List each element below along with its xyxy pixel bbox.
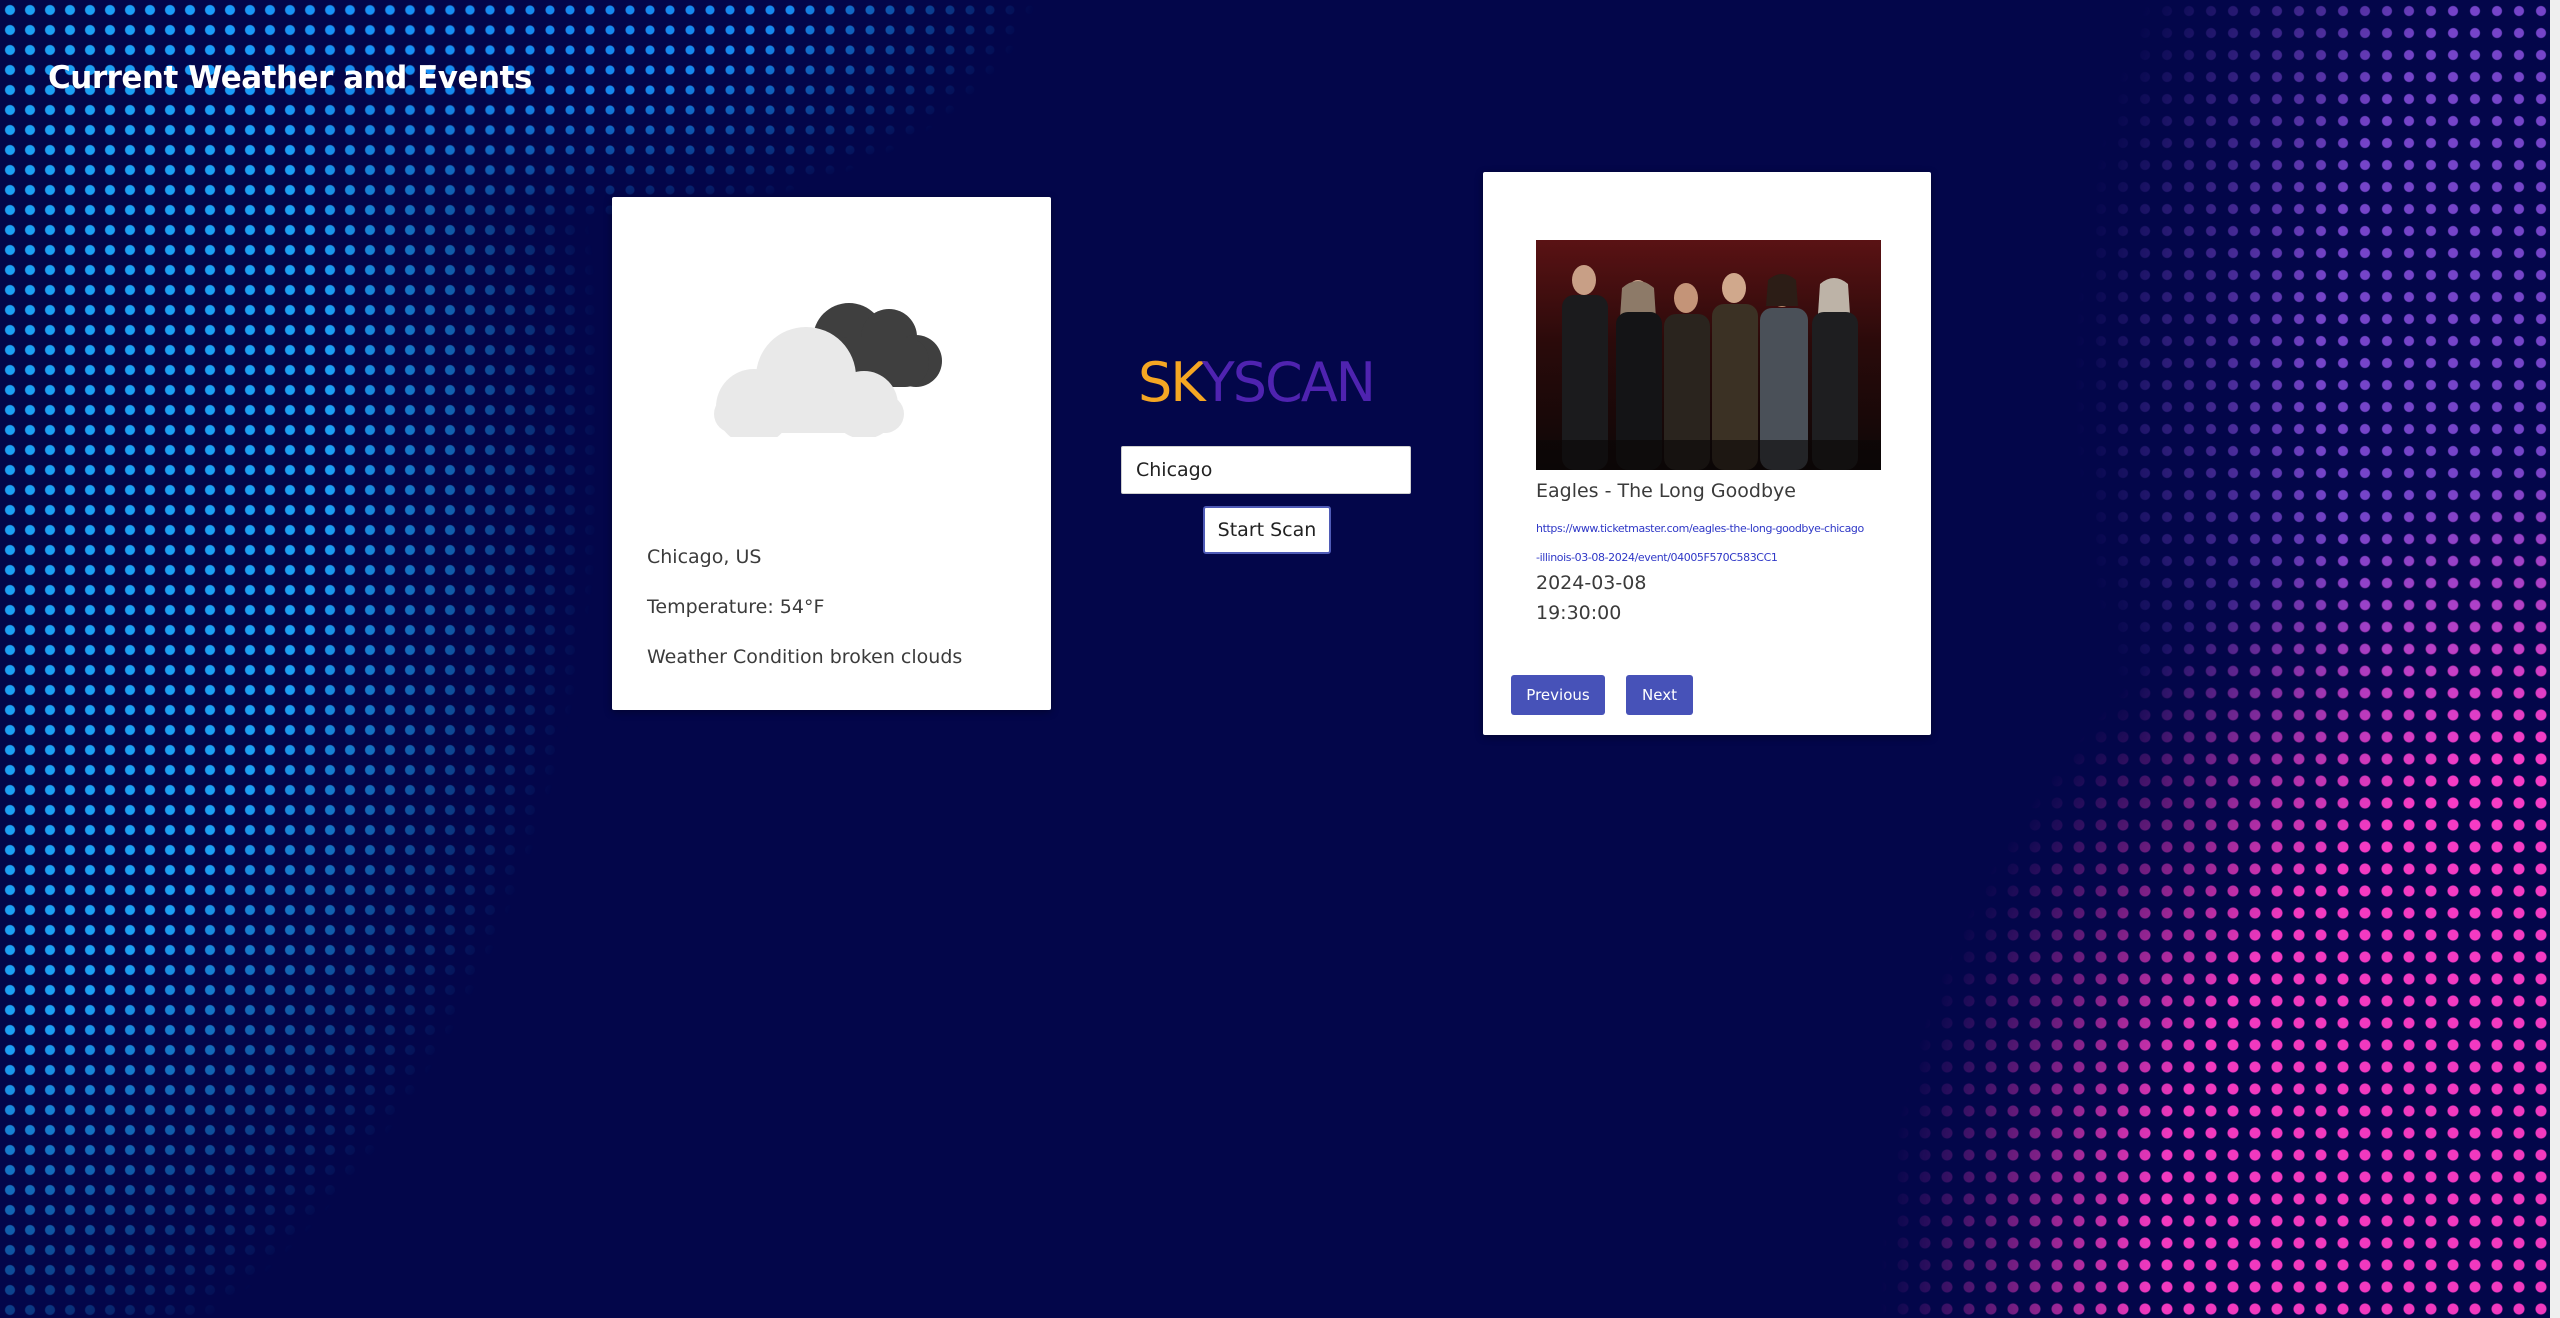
event-date: 2024-03-08 (1536, 572, 1647, 594)
weather-location: Chicago, US (647, 546, 762, 568)
event-ticket-link[interactable]: https://www.ticketmaster.com/eagles-the-… (1536, 514, 1866, 572)
background-dots-purple (0, 0, 2560, 1318)
page-scrollbar[interactable] (2550, 0, 2560, 1318)
previous-button[interactable]: Previous (1511, 675, 1605, 715)
next-button[interactable]: Next (1626, 675, 1693, 715)
broken-clouds-icon (714, 303, 942, 437)
event-photo (1536, 240, 1881, 470)
weather-card: Chicago, US Temperature: 54°F Weather Co… (612, 197, 1051, 710)
event-title: Eagles - The Long Goodbye (1536, 480, 1796, 502)
start-scan-button[interactable]: Start Scan (1203, 506, 1331, 554)
weather-condition: Weather Condition broken clouds (647, 646, 963, 668)
background-dots-blue-top (0, 0, 2560, 1318)
skyscan-logo: SKYSCAN (1138, 348, 1376, 418)
logo-part-purple: YSCAN (1201, 351, 1376, 414)
event-card: Eagles - The Long Goodbye https://www.ti… (1483, 172, 1931, 735)
weather-temperature: Temperature: 54°F (647, 596, 825, 618)
logo-part-orange: SK (1138, 351, 1204, 414)
background-dots-blue (0, 0, 2560, 1318)
background-dots-pink (0, 0, 2560, 1318)
event-time: 19:30:00 (1536, 602, 1622, 624)
city-search-input[interactable] (1121, 446, 1411, 494)
page-title: Current Weather and Events (48, 60, 532, 96)
